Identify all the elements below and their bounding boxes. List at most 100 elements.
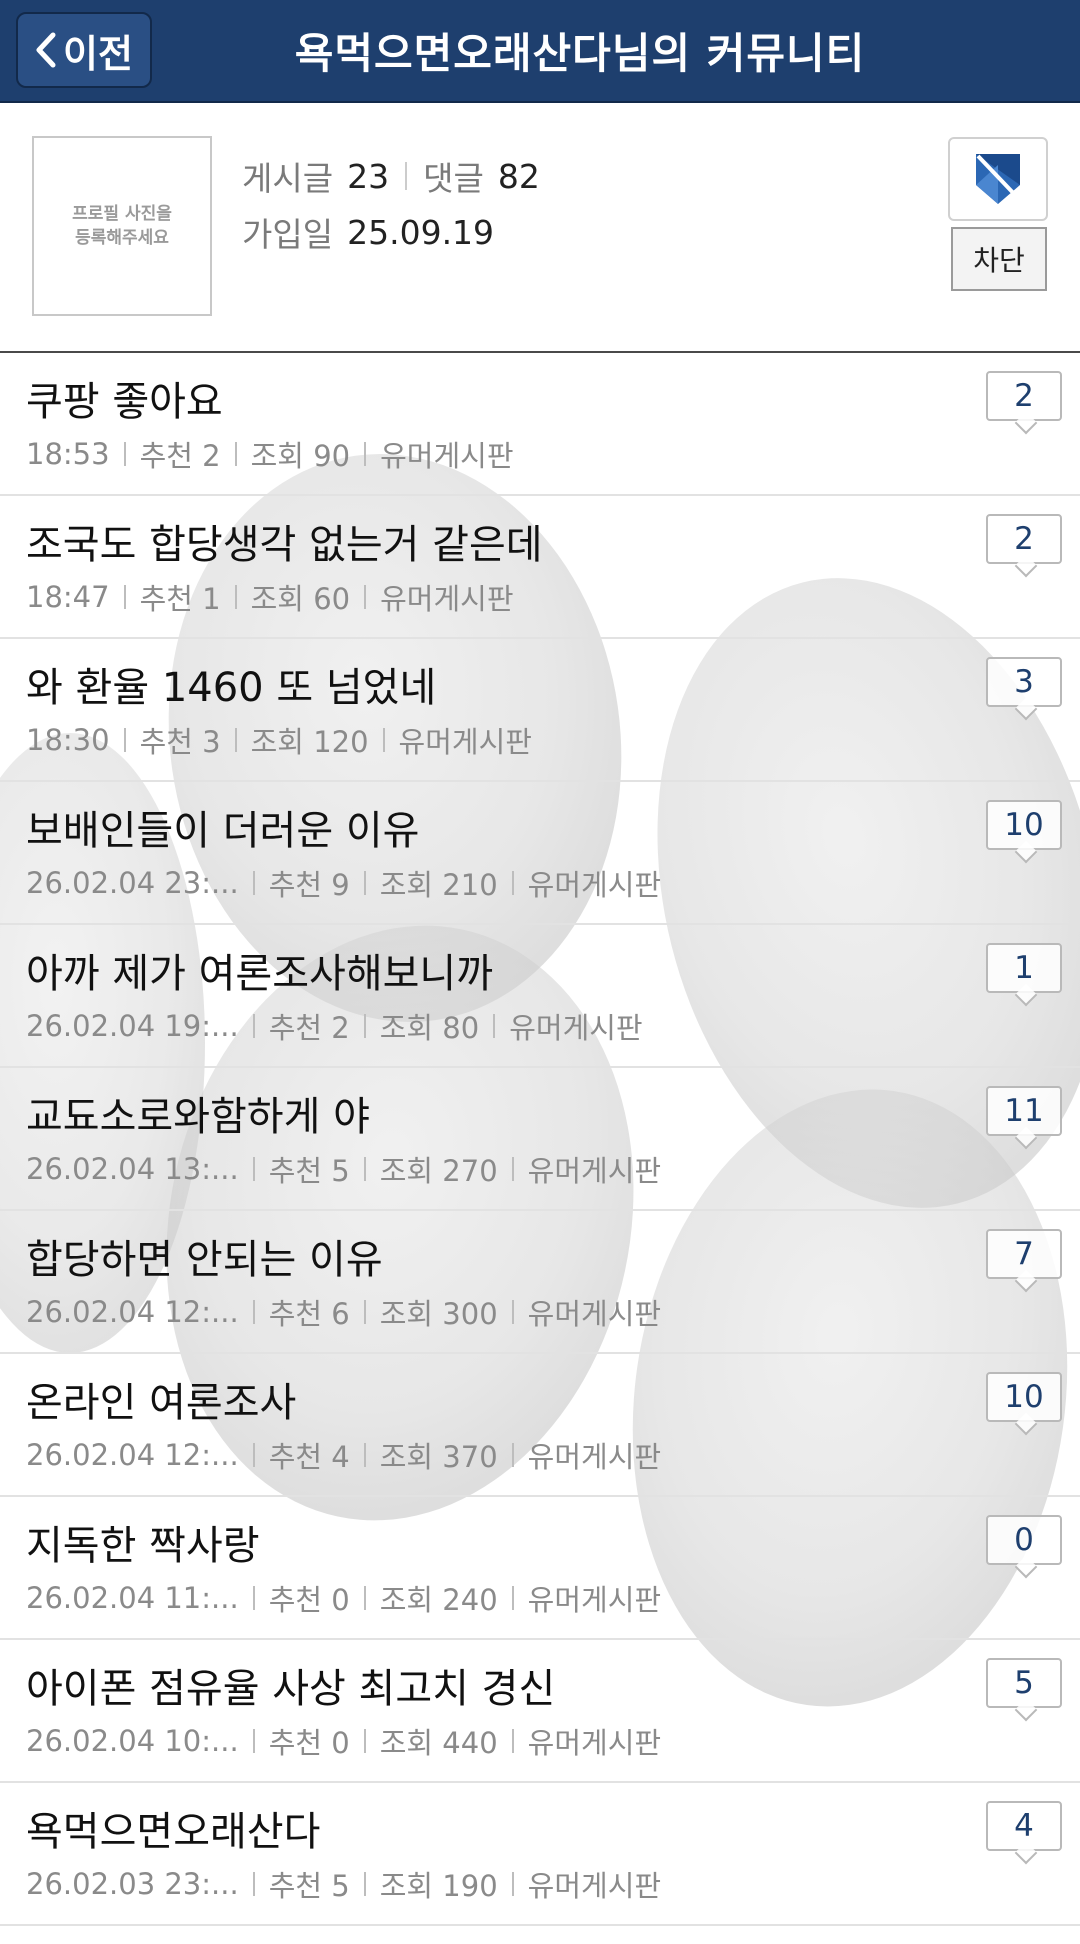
post-view-count: 조회 90 bbox=[250, 439, 351, 473]
speech-bubble-tail bbox=[1014, 697, 1038, 721]
profile-stats: 게시글 23 댓글 82 가입일 25.09.19 bbox=[242, 148, 540, 260]
comment-count-badge[interactable]: 11 bbox=[986, 1086, 1062, 1150]
post-view-count: 조회 240 bbox=[379, 1583, 498, 1617]
post-title: 교됴소로와함하게 야 bbox=[26, 1094, 370, 1140]
post-meta: 26.02.04 11:... 추천 0 조회 240 유머게시판 bbox=[26, 1577, 661, 1619]
post-time: 18:53 bbox=[26, 437, 110, 471]
comments-count-value: 82 bbox=[497, 156, 540, 196]
post-recommend-count: 추천 0 bbox=[268, 1583, 350, 1617]
post-view-count: 조회 120 bbox=[250, 725, 369, 759]
speech-bubble-tail bbox=[1014, 1269, 1038, 1293]
post-recommend-count: 추천 9 bbox=[268, 868, 350, 902]
post-recommend-count: 추천 5 bbox=[268, 1869, 350, 1903]
comment-count-badge[interactable]: 10 bbox=[986, 800, 1062, 864]
post-time: 26.02.04 19:... bbox=[26, 1009, 239, 1043]
post-time: 18:30 bbox=[26, 723, 110, 757]
post-board-name: 유머게시판 bbox=[527, 1583, 662, 1617]
post-board-name: 유머게시판 bbox=[527, 1869, 662, 1903]
post-view-count: 조회 190 bbox=[379, 1869, 498, 1903]
meta-divider bbox=[252, 1586, 255, 1610]
post-meta: 26.02.04 10:... 추천 0 조회 440 유머게시판 bbox=[26, 1720, 661, 1762]
post-meta: 18:47 추천 1 조회 60 유머게시판 bbox=[26, 576, 514, 618]
post-list-item[interactable]: 아이폰 점유율 사상 최고치 경신 26.02.04 10:... 추천 0 조… bbox=[0, 1640, 1080, 1783]
back-button[interactable]: 이전 bbox=[16, 12, 152, 88]
post-time: 26.02.03 23:... bbox=[26, 1867, 239, 1901]
meta-divider bbox=[234, 585, 237, 609]
back-button-label: 이전 bbox=[63, 31, 133, 76]
post-meta: 26.02.04 13:... 추천 5 조회 270 유머게시판 bbox=[26, 1148, 661, 1190]
post-list-item[interactable]: 조국도 합당생각 없는거 같은데 18:47 추천 1 조회 60 유머게시판 … bbox=[0, 496, 1080, 639]
comment-count-badge[interactable]: 10 bbox=[986, 1372, 1062, 1436]
meta-divider bbox=[511, 871, 514, 895]
post-list-item[interactable]: 쿠팡 좋아요 18:53 추천 2 조회 90 유머게시판 2 bbox=[0, 353, 1080, 496]
comment-count-badge[interactable]: 0 bbox=[986, 1515, 1062, 1579]
meta-divider bbox=[252, 871, 255, 895]
meta-divider bbox=[511, 1872, 514, 1896]
post-list: 쿠팡 좋아요 18:53 추천 2 조회 90 유머게시판 2 조국도 합당생각… bbox=[0, 353, 1080, 1926]
post-time: 26.02.04 10:... bbox=[26, 1724, 239, 1758]
post-view-count: 조회 60 bbox=[250, 582, 351, 616]
post-time: 18:47 bbox=[26, 580, 110, 614]
meta-divider bbox=[234, 442, 237, 466]
post-meta: 18:30 추천 3 조회 120 유머게시판 bbox=[26, 719, 532, 761]
post-view-count: 조회 440 bbox=[379, 1726, 498, 1760]
meta-divider bbox=[252, 1300, 255, 1324]
meta-divider bbox=[511, 1300, 514, 1324]
meta-divider bbox=[123, 585, 126, 609]
post-board-name: 유머게시판 bbox=[380, 439, 514, 473]
shield-badge-icon bbox=[976, 154, 1020, 204]
post-recommend-count: 추천 3 bbox=[139, 725, 221, 759]
comment-count-badge[interactable]: 1 bbox=[986, 943, 1062, 1007]
post-title: 지독한 짝사랑 bbox=[26, 1523, 260, 1569]
chevron-left-icon bbox=[36, 32, 56, 68]
meta-divider bbox=[363, 1157, 366, 1181]
post-list-item[interactable]: 욕먹으면오래산다 26.02.03 23:... 추천 5 조회 190 유머게… bbox=[0, 1783, 1080, 1926]
speech-bubble-tail bbox=[1014, 1698, 1038, 1722]
comment-count-value: 4 bbox=[1014, 1808, 1034, 1844]
comment-count-badge[interactable]: 2 bbox=[986, 371, 1062, 435]
post-list-item[interactable]: 온라인 여론조사 26.02.04 12:... 추천 4 조회 370 유머게… bbox=[0, 1354, 1080, 1497]
profile-section: 프로필 사진을 등록해주세요 게시글 23 댓글 82 가입일 25.09.19… bbox=[0, 103, 1080, 353]
post-view-count: 조회 210 bbox=[379, 868, 498, 902]
post-title: 아이폰 점유율 사상 최고치 경신 bbox=[26, 1666, 556, 1712]
post-board-name: 유머게시판 bbox=[527, 1440, 662, 1474]
comment-count-value: 1 bbox=[1014, 950, 1034, 986]
meta-divider bbox=[511, 1157, 514, 1181]
post-view-count: 조회 80 bbox=[379, 1011, 480, 1045]
comment-count-badge[interactable]: 2 bbox=[986, 514, 1062, 578]
block-user-button[interactable]: 차단 bbox=[951, 227, 1047, 291]
meta-divider bbox=[123, 442, 126, 466]
comment-count-value: 7 bbox=[1014, 1236, 1034, 1272]
post-list-item[interactable]: 와 환율 1460 또 넘었네 18:30 추천 3 조회 120 유머게시판 … bbox=[0, 639, 1080, 782]
comment-count-badge[interactable]: 7 bbox=[986, 1229, 1062, 1293]
speech-bubble-tail bbox=[1014, 983, 1038, 1007]
speech-bubble-tail bbox=[1014, 411, 1038, 435]
post-list-item[interactable]: 지독한 짝사랑 26.02.04 11:... 추천 0 조회 240 유머게시… bbox=[0, 1497, 1080, 1640]
meta-divider bbox=[364, 442, 367, 466]
post-recommend-count: 추천 1 bbox=[139, 582, 221, 616]
meta-divider bbox=[363, 1729, 366, 1753]
post-list-item[interactable]: 교됴소로와함하게 야 26.02.04 13:... 추천 5 조회 270 유… bbox=[0, 1068, 1080, 1211]
post-time: 26.02.04 23:... bbox=[26, 866, 239, 900]
profile-photo-placeholder[interactable]: 프로필 사진을 등록해주세요 bbox=[32, 136, 212, 316]
post-board-name: 유머게시판 bbox=[527, 868, 662, 902]
post-list-item[interactable]: 아까 제가 여론조사해보니까 26.02.04 19:... 추천 2 조회 8… bbox=[0, 925, 1080, 1068]
comment-count-badge[interactable]: 3 bbox=[986, 657, 1062, 721]
meta-divider bbox=[252, 1443, 255, 1467]
photo-placeholder-text-line1: 프로필 사진을 bbox=[72, 204, 172, 224]
post-list-item[interactable]: 합당하면 안되는 이유 26.02.04 12:... 추천 6 조회 300 … bbox=[0, 1211, 1080, 1354]
level-badge-button[interactable] bbox=[948, 137, 1048, 221]
post-meta: 26.02.04 23:... 추천 9 조회 210 유머게시판 bbox=[26, 862, 661, 904]
post-board-name: 유머게시판 bbox=[398, 725, 532, 759]
meta-divider bbox=[382, 728, 385, 752]
speech-bubble-tail bbox=[1014, 1412, 1038, 1436]
comment-count-badge[interactable]: 5 bbox=[986, 1658, 1062, 1722]
photo-placeholder-text-line2: 등록해주세요 bbox=[75, 228, 169, 248]
post-meta: 26.02.04 19:... 추천 2 조회 80 유머게시판 bbox=[26, 1005, 643, 1047]
post-title: 아까 제가 여론조사해보니까 bbox=[26, 951, 494, 997]
comment-count-badge[interactable]: 4 bbox=[986, 1801, 1062, 1865]
speech-bubble-tail bbox=[1014, 1555, 1038, 1579]
top-nav-bar: 이전 욕먹으면오래산다님의 커뮤니티 bbox=[0, 0, 1080, 103]
post-title: 쿠팡 좋아요 bbox=[26, 379, 223, 425]
post-list-item[interactable]: 보배인들이 더러운 이유 26.02.04 23:... 추천 9 조회 210… bbox=[0, 782, 1080, 925]
